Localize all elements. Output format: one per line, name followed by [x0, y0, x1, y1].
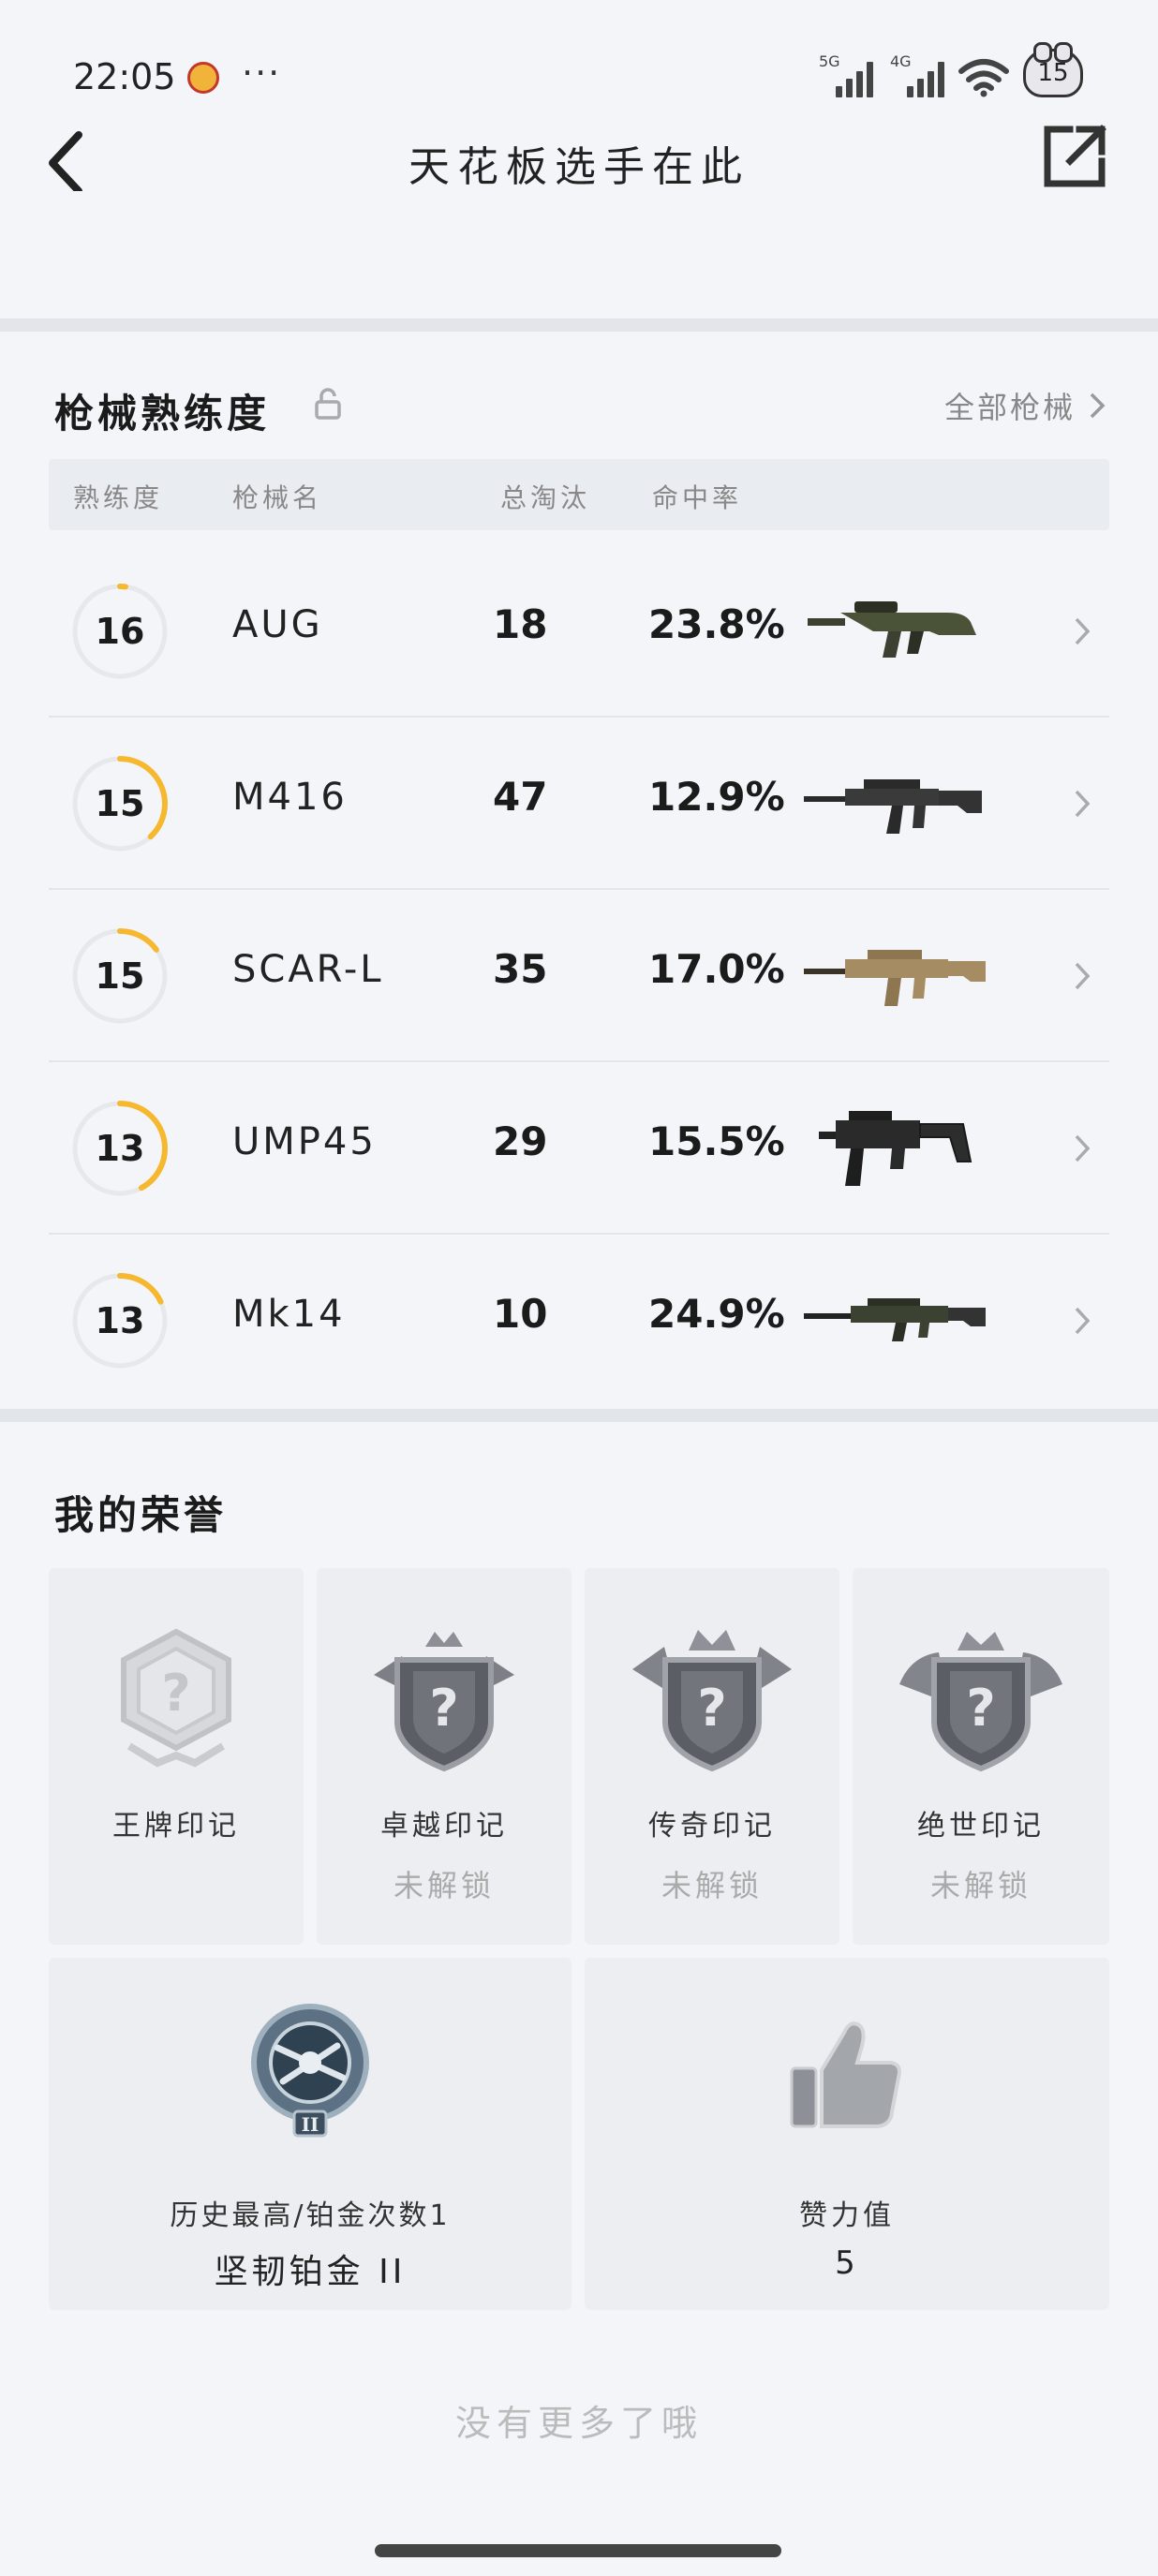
- honor-status: 未解锁: [393, 1868, 495, 1903]
- network-4g-label: 4G: [890, 52, 912, 70]
- svg-text:?: ?: [161, 1664, 190, 1723]
- honor-status: 未解锁: [929, 1868, 1032, 1903]
- weapon-total-kills: 35: [493, 946, 548, 992]
- lock-icon: [315, 388, 341, 420]
- signal-4g-icon: 4G: [890, 52, 944, 97]
- weapon-row[interactable]: 13 UMP45 29 15.5%: [49, 1062, 1109, 1235]
- weapon-name: M416: [232, 776, 348, 819]
- proficiency-level: 13: [95, 1128, 145, 1169]
- share-button[interactable]: [1042, 124, 1107, 189]
- weapon-accuracy: 12.9%: [648, 774, 785, 820]
- column-header-weapon-name: 枪械名: [232, 482, 323, 513]
- status-time: 22:05: [73, 56, 176, 97]
- honor-name: 绝世印记: [917, 1810, 1045, 1843]
- svg-text:?: ?: [429, 1679, 458, 1738]
- column-header-total-kills: 总淘汰: [500, 482, 591, 513]
- svg-text:?: ?: [966, 1679, 995, 1738]
- all-weapons-label: 全部枪械: [943, 390, 1076, 425]
- chevron-right-icon: [1075, 1134, 1091, 1162]
- honor-card-ace[interactable]: ? 王牌印记: [49, 1568, 304, 1945]
- weapon-total-kills: 18: [493, 601, 548, 647]
- proficiency-level: 15: [95, 783, 145, 824]
- status-indicators: 5G 4G 15: [819, 42, 1083, 97]
- mk14-rifle-icon: [798, 1268, 995, 1371]
- weapon-row[interactable]: 15 SCAR-L 35 17.0%: [49, 890, 1109, 1062]
- column-header-proficiency: 熟练度: [73, 482, 164, 513]
- ace-badge-icon: ?: [121, 1628, 231, 1768]
- chevron-right-icon: [1075, 617, 1091, 645]
- honor-status: 未解锁: [661, 1868, 763, 1903]
- chevron-right-icon: [1075, 962, 1091, 990]
- weapon-total-kills: 47: [493, 774, 548, 820]
- weapon-name: Mk14: [232, 1293, 346, 1336]
- network-5g-label: 5G: [819, 52, 840, 70]
- status-bar: 22:05 ··· 5G 4G 15: [0, 0, 1158, 122]
- likes-card-label: 赞力值: [799, 2199, 895, 2232]
- weapon-row[interactable]: 15 M416 47 12.9%: [49, 718, 1109, 890]
- section-divider: [0, 318, 1158, 332]
- weapon-row[interactable]: 16 AUG 18 23.8%: [49, 545, 1109, 718]
- peerless-badge-icon: ?: [899, 1632, 1062, 1772]
- platinum-rank-badge-icon: II: [251, 2004, 369, 2138]
- weapon-name: AUG: [232, 603, 323, 646]
- header: 天花板选手在此: [0, 112, 1158, 206]
- honor-card-legend[interactable]: ? 传奇印记 未解锁: [585, 1568, 839, 1945]
- wifi-icon: [958, 58, 1010, 97]
- weapon-total-kills: 29: [493, 1118, 548, 1164]
- rank-tier-numeral: II: [302, 2113, 319, 2136]
- excellent-badge-icon: ?: [374, 1632, 514, 1772]
- weapon-accuracy: 24.9%: [648, 1291, 785, 1337]
- honor-name: 王牌印记: [112, 1810, 240, 1843]
- section-divider: [0, 1409, 1158, 1422]
- honor-name: 传奇印记: [648, 1810, 776, 1843]
- m416-rifle-icon: [798, 751, 995, 854]
- svg-text:?: ?: [697, 1679, 726, 1738]
- weapons-section-title: 枪械熟练度: [54, 391, 271, 437]
- signal-5g-icon: 5G: [819, 52, 873, 97]
- chevron-right-icon: [1075, 790, 1091, 818]
- battery-icon: 15: [1023, 42, 1083, 97]
- page-title: 天花板选手在此: [408, 143, 750, 191]
- more-notifications-icon: ···: [242, 52, 282, 94]
- share-icon: [1044, 125, 1106, 187]
- highest-rank-card[interactable]: II 历史最高/铂金次数1 坚韧铂金 II: [49, 1958, 572, 2310]
- honor-name: 卓越印记: [380, 1810, 508, 1843]
- weapon-accuracy: 15.5%: [648, 1118, 785, 1164]
- likes-card[interactable]: 赞力值 5: [585, 1958, 1109, 2310]
- ump45-smg-icon: [798, 1096, 995, 1199]
- chevron-right-icon: [1090, 392, 1106, 419]
- honor-card-peerless[interactable]: ? 绝世印记 未解锁: [853, 1568, 1109, 1945]
- rank-card-value: 坚韧铂金 II: [214, 2253, 407, 2291]
- weapon-row[interactable]: 13 Mk14 10 24.9%: [49, 1235, 1109, 1407]
- home-indicator[interactable]: [375, 2544, 781, 2557]
- weapon-accuracy: 17.0%: [648, 946, 785, 992]
- weapon-total-kills: 10: [493, 1291, 548, 1337]
- rank-card-label: 历史最高/铂金次数1: [170, 2199, 451, 2232]
- proficiency-level: 15: [95, 955, 145, 997]
- chevron-right-icon: [1075, 1307, 1091, 1335]
- thumbs-up-icon: [790, 2021, 901, 2128]
- honor-card-excellent[interactable]: ? 卓越印记 未解锁: [317, 1568, 572, 1945]
- weapon-accuracy: 23.8%: [648, 601, 785, 647]
- weapon-name: SCAR-L: [232, 948, 384, 991]
- scar-l-rifle-icon: [798, 924, 995, 1027]
- aug-rifle-icon: [798, 579, 995, 682]
- no-more-text: 没有更多了哦: [454, 2403, 703, 2444]
- all-weapons-link[interactable]: 全部枪械: [944, 384, 1106, 427]
- column-header-accuracy: 命中率: [652, 482, 743, 513]
- proficiency-level: 13: [95, 1300, 145, 1341]
- likes-card-value: 5: [835, 2244, 859, 2282]
- weapons-table-header: 熟练度 枪械名 总淘汰 命中率: [49, 459, 1109, 530]
- honors-section-title: 我的荣誉: [54, 1492, 228, 1538]
- app-notification-icon: [187, 62, 219, 94]
- proficiency-level: 16: [95, 611, 145, 652]
- weapon-name: UMP45: [232, 1120, 377, 1163]
- legend-badge-icon: ?: [632, 1630, 792, 1772]
